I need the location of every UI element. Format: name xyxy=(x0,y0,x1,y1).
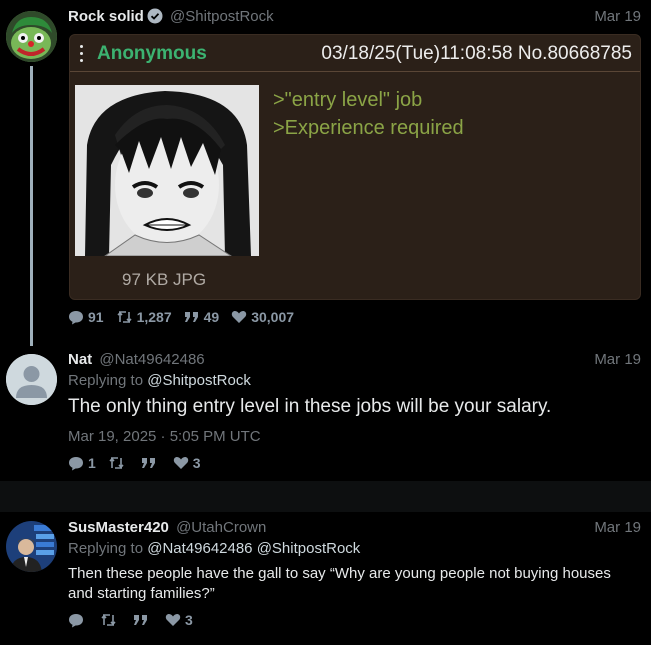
tweet-date[interactable]: Mar 19 xyxy=(594,351,641,368)
retweet-icon xyxy=(117,311,132,323)
quote-count-value: 49 xyxy=(203,309,220,325)
replying-to: Replying to @ShitpostRock xyxy=(68,372,251,389)
post-meta: 03/18/25(Tue)11:08:58 No.80668785 xyxy=(321,43,632,64)
quote-count[interactable] xyxy=(141,457,161,469)
section-divider xyxy=(0,481,651,512)
like-count-value: 30,007 xyxy=(251,309,295,325)
retweet-count-value: 1,287 xyxy=(136,309,172,325)
joker-pepe-avatar-image xyxy=(6,11,57,62)
quote-icon xyxy=(141,458,155,468)
avatar-nat[interactable] xyxy=(6,354,57,405)
heart-icon xyxy=(232,310,247,323)
tweet-text: Then these people have the gall to say “… xyxy=(68,565,611,602)
like-count[interactable]: 3 xyxy=(165,612,193,628)
like-count-value: 3 xyxy=(192,455,201,471)
username[interactable]: @ShitpostRock xyxy=(170,8,274,25)
avatar-susmaster420[interactable] xyxy=(6,521,57,572)
heart-icon xyxy=(165,613,181,626)
verified-icon xyxy=(147,8,163,24)
retweet-icon xyxy=(109,457,124,469)
attached-image-4chan-post[interactable]: Anonymous 03/18/25(Tue)11:08:58 No.80668… xyxy=(69,34,641,300)
retweet-icon xyxy=(101,614,116,626)
tweet-stats: 1 3 xyxy=(68,455,213,471)
post-header: Anonymous 03/18/25(Tue)11:08:58 No.80668… xyxy=(70,35,640,72)
reply-count[interactable]: 91 xyxy=(68,309,104,325)
stock-board-avatar-image xyxy=(6,521,57,572)
username[interactable]: @Nat49642486 xyxy=(99,351,204,368)
tweet-1[interactable]: Rock solid @ShitpostRock Mar 19 Anonymou… xyxy=(0,0,651,346)
poster-name: Anonymous xyxy=(97,43,207,64)
like-count[interactable]: 3 xyxy=(173,455,201,471)
reply-count-value: 91 xyxy=(88,309,104,325)
reply-count[interactable] xyxy=(68,613,88,628)
username[interactable]: @UtahCrown xyxy=(176,519,266,536)
tweet-stats: 91 1,287 49 30,007 xyxy=(68,309,306,325)
comment-icon xyxy=(69,613,83,627)
mention-link[interactable]: @ShitpostRock xyxy=(147,372,251,389)
tweet-stats: 3 xyxy=(68,612,205,628)
file-info: 97 KB JPG xyxy=(122,270,207,289)
quote-count[interactable] xyxy=(133,614,153,626)
retweet-count[interactable] xyxy=(108,456,129,470)
tweet-timestamp[interactable]: Mar 19, 2025 · 5:05 PM UTC xyxy=(68,428,261,445)
tweet-3[interactable]: SusMaster420 @UtahCrown Mar 19 Replying … xyxy=(0,512,651,645)
retweet-count[interactable]: 1,287 xyxy=(116,309,172,325)
tweet-text: The only thing entry level in these jobs… xyxy=(68,396,552,417)
tweet-header: SusMaster420 @UtahCrown xyxy=(68,519,266,536)
default-profile-icon xyxy=(6,354,57,405)
replying-to-label: Replying to xyxy=(68,372,144,389)
display-name[interactable]: SusMaster420 xyxy=(68,519,169,536)
tweet-date[interactable]: Mar 19 xyxy=(594,519,641,536)
tweet-date[interactable]: Mar 19 xyxy=(594,8,641,25)
tweet-2[interactable]: Nat @Nat49642486 Mar 19 Replying to @Shi… xyxy=(0,340,651,480)
mention-links[interactable]: @Nat49642486 @ShitpostRock xyxy=(147,540,360,557)
retweet-count[interactable] xyxy=(100,613,121,627)
display-name[interactable]: Nat xyxy=(68,351,92,368)
replying-to: Replying to @Nat49642486 @ShitpostRock xyxy=(68,540,360,557)
display-name[interactable]: Rock solid xyxy=(68,8,144,25)
like-count[interactable]: 30,007 xyxy=(231,309,294,325)
comment-icon xyxy=(69,456,83,470)
quote-icon xyxy=(134,615,147,625)
heart-icon xyxy=(173,456,188,469)
avatar-rock-solid[interactable] xyxy=(6,11,57,62)
reply-count[interactable]: 1 xyxy=(68,455,96,471)
tweet-header: Nat @Nat49642486 xyxy=(68,351,205,368)
quote-count[interactable]: 49 xyxy=(184,309,220,325)
like-count-value: 3 xyxy=(185,612,193,628)
replying-to-label: Replying to xyxy=(68,540,144,557)
kebab-icon xyxy=(80,45,84,63)
thread-line xyxy=(30,66,33,346)
comment-icon xyxy=(69,310,83,324)
reply-count-value: 1 xyxy=(88,455,96,471)
greentext-line-1: >"entry level" job xyxy=(273,89,423,111)
tweet-header: Rock solid @ShitpostRock xyxy=(68,8,274,25)
greentext-line-2: >Experience required xyxy=(273,117,464,139)
manga-thumbnail-image xyxy=(75,85,259,256)
quote-icon xyxy=(184,312,198,322)
